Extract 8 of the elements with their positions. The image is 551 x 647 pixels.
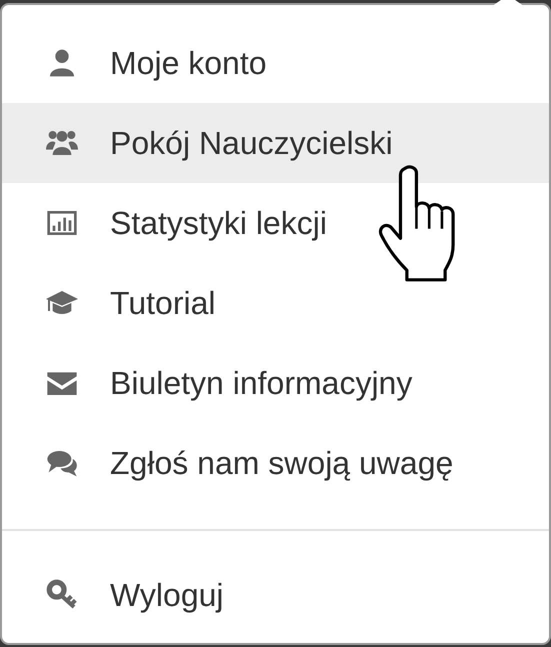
menu-item[interactable]: Statystyki lekcji: [2, 183, 549, 263]
menu-item[interactable]: Moje konto: [2, 23, 549, 103]
menu-item[interactable]: Zgłoś nam swoją uwagę: [2, 423, 549, 503]
menu-item[interactable]: Tutorial: [2, 263, 549, 343]
key-icon: [46, 579, 78, 611]
menu-item[interactable]: Biuletyn informacyjny: [2, 343, 549, 423]
menu-item[interactable]: Pokój Nauczycielski: [2, 103, 549, 183]
menu-item[interactable]: Wyloguj: [2, 555, 549, 635]
